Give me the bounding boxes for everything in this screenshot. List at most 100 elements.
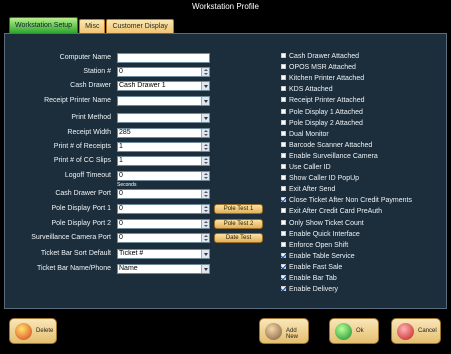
add-new-label: Add New [286, 328, 299, 340]
option-checkbox[interactable]: Only Show Ticket Count [281, 219, 364, 229]
spin-icon[interactable] [201, 68, 209, 76]
option-checkbox[interactable]: Enable Quick Interface [281, 230, 360, 240]
checkbox-checked-icon[interactable] [281, 286, 286, 292]
chevron-down-icon[interactable] [201, 250, 209, 258]
surveillance-camera-port-stepper[interactable]: 0 [117, 233, 210, 243]
option-label: Enable Surveillance Camera [289, 152, 378, 160]
option-checkbox[interactable]: Enable Surveillance Camera [281, 152, 378, 162]
spin-icon[interactable] [201, 129, 209, 137]
ticket-bar-name-phone-select[interactable]: Name [117, 264, 210, 274]
option-checkbox[interactable]: Exit After Credit Card PreAuth [281, 207, 382, 217]
checkbox-checked-icon[interactable] [281, 275, 286, 280]
checkbox-checked-icon[interactable] [281, 252, 286, 258]
computer-name-field[interactable] [117, 53, 210, 63]
option-label: Only Show Ticket Count [289, 219, 364, 227]
checkbox-checked-icon[interactable] [281, 197, 286, 203]
footer-bar: Delete Add New Ok Cancel [4, 309, 447, 354]
spin-icon[interactable] [201, 190, 209, 198]
option-checkbox[interactable]: Show Caller ID PopUp [281, 174, 359, 184]
option-label: Pole Display 1 Attached [289, 108, 363, 116]
receipt-width-stepper[interactable]: 285 [117, 128, 210, 138]
spin-icon[interactable] [201, 172, 209, 180]
tab-customer-display[interactable]: Customer Display [106, 19, 174, 33]
spin-icon[interactable] [201, 157, 209, 165]
option-checkbox[interactable]: Kitchen Printer Attached [281, 74, 364, 84]
chevron-down-icon[interactable] [201, 82, 209, 90]
option-checkbox[interactable]: Receipt Printer Attached [281, 96, 365, 106]
settings-panel: Computer Name Station # 0 Cash Drawer Ca… [4, 33, 447, 309]
checkbox-unchecked-icon[interactable] [281, 64, 286, 70]
checkbox-unchecked-icon[interactable] [281, 141, 286, 147]
station-number-stepper[interactable]: 0 [117, 67, 210, 77]
checkbox-unchecked-icon[interactable] [281, 175, 286, 181]
spin-icon[interactable] [201, 234, 209, 242]
ticket-bar-name-phone-label: Ticket Bar Name/Phone [36, 265, 111, 272]
option-label: KDS Attached [289, 86, 333, 94]
delete-button[interactable]: Delete [9, 318, 57, 344]
option-checkbox[interactable]: Enable Fast Sale [281, 263, 342, 273]
pole-display-port-2-stepper[interactable]: 0 [117, 219, 210, 229]
window-title: Workstation Profile [0, 0, 451, 14]
checkbox-unchecked-icon[interactable] [281, 75, 286, 81]
print-method-select[interactable] [117, 113, 210, 123]
checkbox-unchecked-icon[interactable] [281, 230, 286, 236]
checkbox-unchecked-icon[interactable] [281, 164, 286, 169]
checkbox-unchecked-icon[interactable] [281, 130, 286, 136]
delete-label: Delete [36, 328, 54, 334]
option-label: Enable Table Service [289, 252, 355, 260]
option-checkbox[interactable]: Close Ticket After Non Credit Payments [281, 196, 412, 206]
logoff-timeout-stepper[interactable]: 0 [117, 171, 210, 181]
add-new-button[interactable]: Add New [259, 318, 309, 344]
tab-misc[interactable]: Misc [79, 19, 106, 33]
spin-icon[interactable] [201, 143, 209, 151]
ok-button[interactable]: Ok [329, 318, 379, 344]
option-label: Enable Bar Tab [289, 275, 337, 282]
option-checkbox[interactable]: Enforce Open Shift [281, 241, 348, 251]
chevron-down-icon[interactable] [201, 265, 209, 273]
checkbox-unchecked-icon[interactable] [281, 119, 286, 125]
ticket-bar-sort-default-select[interactable]: Ticket # [117, 249, 210, 259]
option-checkbox[interactable]: Enable Table Service [281, 252, 355, 262]
option-checkbox[interactable]: Pole Display 2 Attached [281, 119, 363, 129]
spin-icon[interactable] [201, 220, 209, 228]
surveillance-camera-port-label: Surveillance Camera Port [31, 234, 111, 241]
checkbox-unchecked-icon[interactable] [281, 208, 286, 214]
add-new-icon [265, 323, 282, 340]
print-receipts-stepper[interactable]: 1 [117, 142, 210, 152]
print-cc-slips-stepper[interactable]: 1 [117, 156, 210, 166]
option-checkbox[interactable]: Enable Delivery [281, 285, 338, 295]
spin-icon[interactable] [201, 205, 209, 213]
checkbox-unchecked-icon[interactable] [281, 152, 286, 158]
option-checkbox[interactable]: OPOS MSR Attached [281, 63, 356, 73]
cash-drawer-select[interactable]: Cash Drawer 1 [117, 81, 210, 91]
option-checkbox[interactable]: KDS Attached [281, 85, 333, 95]
checkbox-unchecked-icon[interactable] [281, 53, 286, 58]
print-receipts-label: Print # of Receipts [53, 143, 111, 150]
pole-test-2-button[interactable]: Pole Test 2 [214, 219, 263, 229]
option-checkbox[interactable]: Dual Monitor [281, 130, 329, 140]
checkbox-checked-icon[interactable] [281, 263, 286, 269]
pole-display-port-1-stepper[interactable]: 0 [117, 204, 210, 214]
print-cc-slips-label: Print # of CC Slips [53, 157, 111, 164]
checkbox-unchecked-icon[interactable] [281, 97, 286, 103]
option-checkbox[interactable]: Use Caller ID [281, 163, 331, 173]
chevron-down-icon[interactable] [201, 114, 209, 122]
option-checkbox[interactable]: Cash Drawer Attached [281, 52, 359, 62]
pole-test-1-button[interactable]: Pole Test 1 [214, 204, 263, 214]
tab-workstation-setup[interactable]: Workstation Setup [9, 17, 79, 33]
option-checkbox[interactable]: Pole Display 1 Attached [281, 108, 363, 118]
checkbox-unchecked-icon[interactable] [281, 186, 286, 192]
checkbox-unchecked-icon[interactable] [281, 241, 286, 247]
checkbox-unchecked-icon[interactable] [281, 86, 286, 92]
cancel-button[interactable]: Cancel [391, 318, 441, 344]
option-checkbox[interactable]: Exit After Send [281, 185, 335, 195]
receipt-printer-name-select[interactable] [117, 96, 210, 106]
chevron-down-icon[interactable] [201, 97, 209, 105]
checkbox-unchecked-icon[interactable] [281, 108, 286, 114]
date-test-button[interactable]: Date Test [214, 233, 263, 243]
option-label: Enable Fast Sale [289, 263, 343, 271]
option-checkbox[interactable]: Barcode Scanner Attached [281, 141, 372, 151]
option-checkbox[interactable]: Enable Bar Tab [281, 274, 337, 284]
cash-drawer-port-stepper[interactable]: 0 [117, 189, 210, 199]
checkbox-unchecked-icon[interactable] [281, 219, 286, 225]
